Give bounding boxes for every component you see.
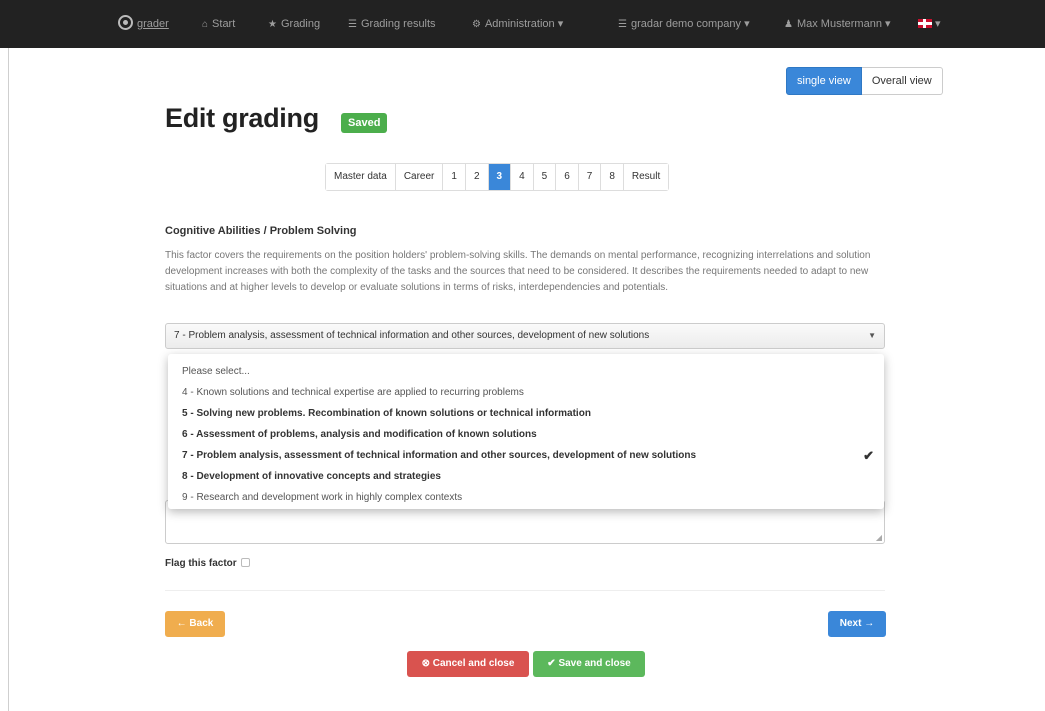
option-level-8[interactable]: 8 - Development of innovative concepts a… — [168, 466, 884, 487]
nav-grading-results[interactable]: ☰ Grading results — [348, 0, 436, 48]
overall-view-button[interactable]: Overall view — [861, 67, 943, 95]
status-badge: Saved — [341, 113, 388, 133]
flag-factor-checkbox[interactable] — [240, 558, 250, 567]
nav-user[interactable]: ♟ Max Mustermann ▾ — [784, 0, 891, 48]
nav-company[interactable]: ☰ gradar demo company ▾ — [618, 0, 750, 48]
divider — [165, 590, 885, 591]
brand-label: grader — [137, 18, 169, 30]
resize-handle-icon[interactable]: ◢ — [876, 533, 882, 542]
single-view-button[interactable]: single view — [786, 67, 862, 95]
nav-administration[interactable]: ⚙ Administration ▾ — [472, 0, 563, 48]
factor-title: Cognitive Abilities / Problem Solving — [165, 225, 357, 237]
caret-down-icon: ▼ — [868, 331, 876, 340]
next-button[interactable]: Next → — [828, 611, 886, 637]
nav-start[interactable]: ⌂ Start — [202, 0, 235, 48]
home-icon: ⌂ — [202, 19, 209, 30]
flag-uk-icon — [918, 19, 932, 28]
factor-level-dropdown: Please select... 4 - Known solutions and… — [168, 354, 884, 509]
factor-description: This factor covers the requirements on t… — [165, 250, 871, 293]
option-level-7[interactable]: 7 - Problem analysis, assessment of tech… — [168, 445, 884, 466]
option-please-select[interactable]: Please select... — [168, 361, 884, 382]
page-1[interactable]: 1 — [443, 164, 466, 190]
flag-factor-label: Flag this factor — [165, 558, 250, 569]
option-level-4[interactable]: 4 - Known solutions and technical expert… — [168, 382, 884, 403]
brand-link[interactable]: grader — [118, 0, 169, 48]
page-7[interactable]: 7 — [578, 164, 602, 190]
page-title: Edit grading — [165, 103, 319, 133]
save-and-close-button[interactable]: ✔ Save and close — [533, 651, 645, 677]
user-icon: ♟ — [784, 19, 793, 30]
company-icon: ☰ — [618, 19, 627, 30]
star-icon: ★ — [268, 19, 277, 30]
view-toggle: single view Overall view — [786, 67, 943, 95]
page-master-data[interactable]: Master data — [326, 164, 396, 190]
option-level-5[interactable]: 5 - Solving new problems. Recombination … — [168, 403, 884, 424]
grader-logo-icon — [118, 15, 133, 30]
page-2[interactable]: 2 — [465, 164, 489, 190]
option-level-6[interactable]: 6 - Assessment of problems, analysis and… — [168, 424, 884, 445]
top-navbar: grader ⌂ Start ★ Grading ☰ Grading results … — [0, 0, 1045, 48]
selected-value: 7 - Problem analysis, assessment of tech… — [174, 330, 650, 341]
option-level-9[interactable]: 9 - Research and development work in hig… — [168, 487, 884, 508]
cancel-and-close-button[interactable]: ⊗ Cancel and close — [407, 651, 529, 677]
nav-language[interactable]: ▾ — [918, 0, 941, 48]
gear-icon: ⚙ — [472, 19, 481, 30]
page-3[interactable]: 3 — [488, 164, 512, 190]
page-4[interactable]: 4 — [511, 164, 534, 190]
page-5[interactable]: 5 — [533, 164, 557, 190]
list-icon: ☰ — [348, 19, 357, 30]
factor-level-select[interactable]: 7 - Problem analysis, assessment of tech… — [165, 323, 885, 349]
page-frame-border — [8, 48, 9, 711]
back-button[interactable]: ← Back — [165, 611, 225, 637]
page-career[interactable]: Career — [395, 164, 444, 190]
step-pagination: Master data Career 1 2 3 4 5 6 7 8 Resul… — [325, 163, 670, 191]
page-8[interactable]: 8 — [601, 164, 624, 190]
checkmark-icon: ✔ — [863, 448, 874, 463]
nav-grading[interactable]: ★ Grading — [268, 0, 320, 48]
page-6[interactable]: 6 — [556, 164, 579, 190]
page-result[interactable]: Result — [623, 164, 669, 190]
